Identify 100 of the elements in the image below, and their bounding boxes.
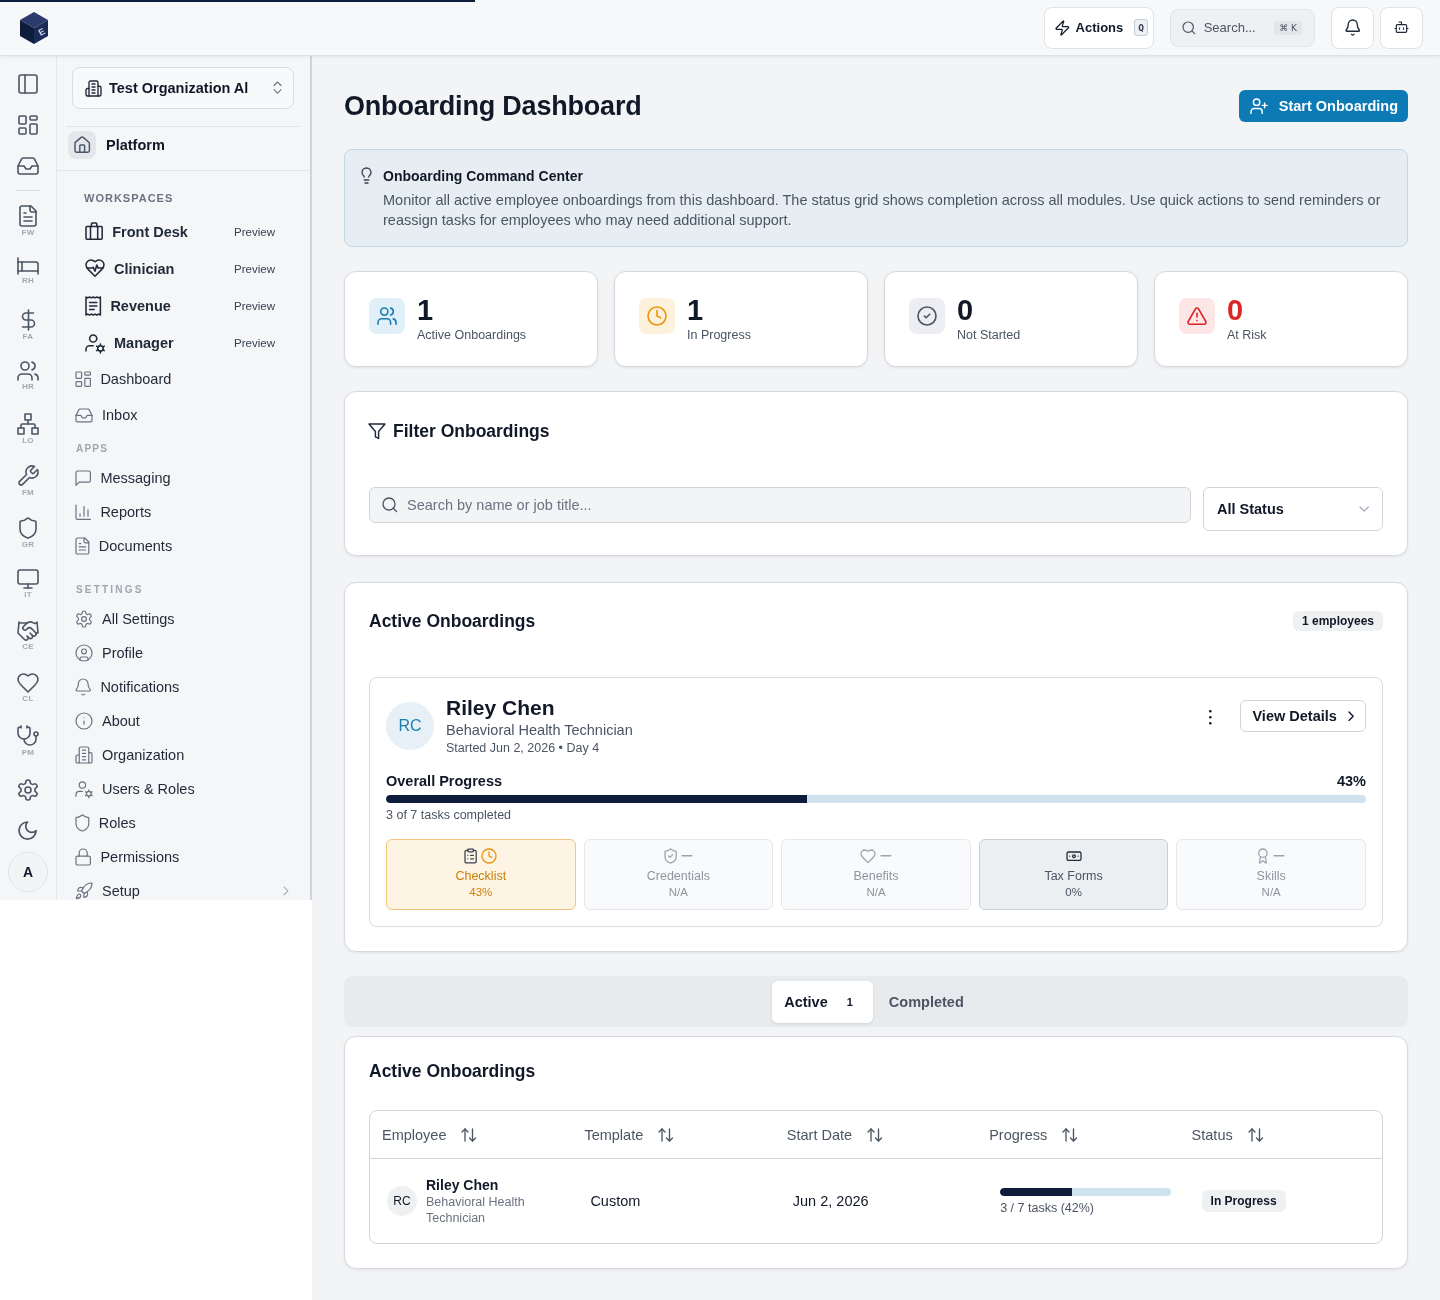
avatar: RC (386, 702, 434, 750)
nav-item[interactable]: Users & Roles (76, 772, 292, 806)
warning-icon (1179, 298, 1215, 334)
view-details-button[interactable]: View Details (1240, 700, 1366, 732)
nav-item[interactable]: Inbox (76, 397, 292, 433)
heart-icon (861, 849, 876, 863)
module-name: Tax Forms (1044, 868, 1103, 884)
shield-check-icon (664, 849, 677, 863)
start-onboarding-button[interactable]: Start Onboarding (1238, 90, 1408, 122)
chevron-down-icon (1359, 506, 1368, 512)
rocket-icon (76, 883, 92, 899)
tab[interactable]: Completed (872, 980, 980, 1023)
workspace-item[interactable]: Revenue (84, 296, 171, 315)
actions-button[interactable]: Actions Q (1044, 6, 1154, 49)
grid-icon (19, 115, 37, 134)
column-header[interactable]: Start Date (774, 1111, 882, 1158)
table-cell: Jun 2, 2026 (792, 1193, 869, 1209)
section-heading: APPS (76, 442, 109, 456)
preview-tag: Preview (234, 225, 275, 238)
preview-tag: Preview (234, 262, 275, 275)
settings-icon (76, 611, 92, 627)
users-icon (18, 362, 38, 380)
nav-item[interactable]: Profile (76, 636, 292, 670)
column-header[interactable]: Status (1179, 1111, 1263, 1158)
users-icon (369, 298, 405, 334)
bell-icon (1345, 20, 1360, 35)
stat-value: 0 (957, 295, 975, 325)
column-header[interactable]: Template (572, 1111, 673, 1158)
employee-name: Riley Chen (446, 695, 556, 721)
section-heading: SETTINGS (76, 583, 144, 597)
nav-item[interactable]: Permissions (76, 840, 292, 874)
nav-item[interactable]: Reports (76, 495, 292, 529)
nav-item[interactable]: Dashboard (76, 361, 292, 397)
settings-icon (18, 779, 38, 800)
column-header[interactable]: Employee (370, 1111, 476, 1158)
banner-text: Monitor all active employee onboardings from this dashboard. The status grid shows completion across all modules. Use quick actions to send reminders or reassign tasks for employees who may need additional support. (383, 191, 1382, 230)
nav-item[interactable]: Notifications (76, 670, 292, 704)
nav-item[interactable]: Organization (76, 738, 292, 772)
shield-icon (76, 815, 89, 831)
status-badge: In Progress (1201, 1190, 1286, 1212)
clock-icon (482, 849, 497, 863)
progress-value: 43% (1336, 772, 1366, 790)
inbox-icon (76, 408, 92, 422)
avatar: RC (387, 1186, 417, 1216)
organization-selector[interactable]: Test Organization Al (72, 67, 294, 109)
sort-icon (659, 1128, 673, 1141)
info-icon (76, 713, 92, 729)
wrench-icon (18, 466, 38, 486)
chevron-right-icon (1348, 711, 1353, 721)
shortcut-key: ⌘ K (1274, 20, 1302, 35)
banknote-icon (1066, 851, 1081, 861)
stat-value: 1 (687, 295, 705, 325)
module-value: 43% (469, 885, 493, 899)
stat-label: Active Onboardings (417, 327, 527, 343)
nav-item[interactable]: Documents (76, 529, 292, 563)
luggage-icon (86, 223, 103, 240)
search-button[interactable]: Search... ⌘ K (1170, 8, 1315, 47)
notifications-button[interactable] (1331, 6, 1374, 49)
card-title: Active Onboardings (369, 1061, 537, 1081)
nav-item[interactable]: Setup (76, 874, 292, 908)
workspace-item[interactable]: Clinician (84, 260, 175, 277)
module-value: N/A (866, 885, 886, 899)
stat-value: 1 (417, 295, 435, 325)
table-cell: Custom (590, 1193, 641, 1209)
home-icon (68, 130, 96, 159)
building-icon (86, 80, 101, 96)
stat-value: 0 (1227, 295, 1245, 325)
user-plus-icon (1250, 98, 1267, 114)
nav-item[interactable]: Roles (76, 806, 292, 840)
sort-icon (1063, 1128, 1077, 1141)
stethoscope-icon (18, 726, 38, 746)
nav-item[interactable]: About (76, 704, 292, 738)
workspace-item[interactable]: Manager (84, 333, 174, 352)
handshake-icon (18, 622, 38, 640)
inbox-icon (18, 157, 38, 174)
user-avatar[interactable]: A (8, 852, 48, 892)
stat-label: In Progress (687, 327, 751, 343)
module-name: Benefits (853, 868, 899, 884)
assistant-button[interactable] (1380, 6, 1423, 49)
bell-icon (76, 679, 91, 695)
sort-icon (868, 1128, 882, 1141)
lightning-icon (1056, 20, 1069, 35)
search-field[interactable]: Search by name or job title... (369, 487, 1191, 523)
user-settings-icon (86, 333, 104, 352)
workspace-item[interactable]: Front Desk (84, 223, 188, 240)
progress-label: Overall Progress (386, 772, 503, 790)
status-select[interactable]: All Status (1203, 487, 1383, 531)
nav-item[interactable]: All Settings (76, 602, 292, 636)
tasks-summary: 3 of 7 tasks completed (386, 807, 513, 823)
column-header[interactable]: Progress (977, 1111, 1077, 1158)
page-title: Onboarding Dashboard (344, 90, 642, 122)
dash-icon (881, 855, 891, 857)
nav-item[interactable]: Messaging (76, 461, 292, 495)
tab[interactable]: Active 1 (772, 980, 873, 1023)
shortcut-key: Q (1134, 19, 1148, 36)
count-badge: 1 employees (1292, 611, 1383, 631)
search-icon (383, 498, 397, 512)
module-value: 0% (1065, 885, 1082, 899)
platform-item[interactable]: Platform (68, 131, 165, 158)
receipt-icon (86, 296, 101, 315)
